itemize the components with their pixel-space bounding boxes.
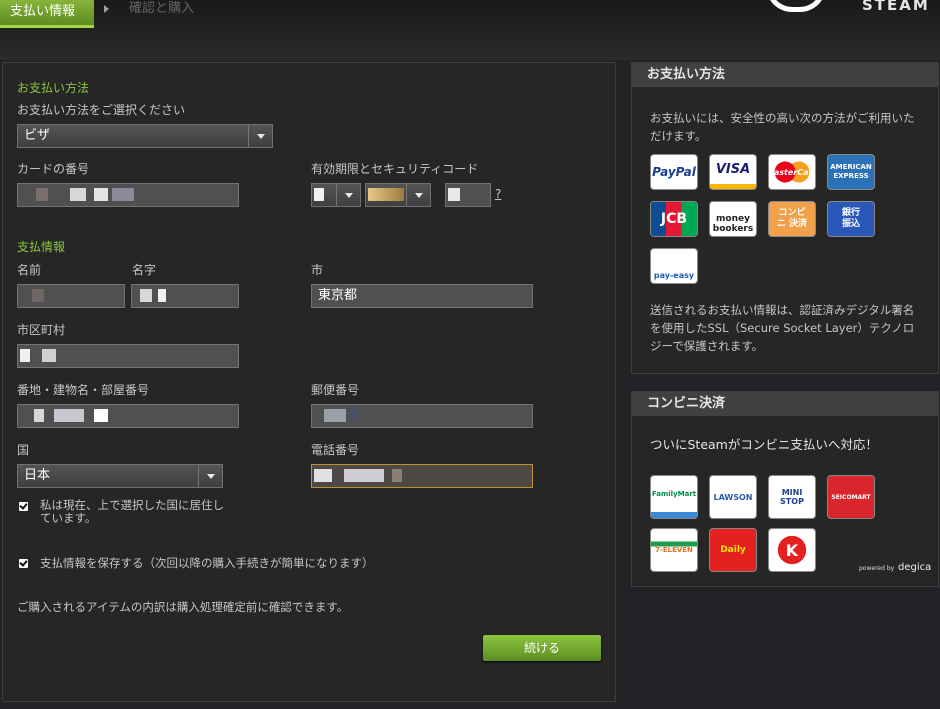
redacted-pixels [34,409,44,422]
card-number-label: カードの番号 [17,162,90,176]
residence-checkbox[interactable] [19,502,28,511]
tab-confirm-purchase: 確認と購入 [129,1,195,16]
purchase-notice: ご購入されるアイテムの内訳は購入処理確定前に確認できます。 [17,600,349,614]
card-number-input[interactable] [17,183,239,207]
postal-code-input[interactable] [311,404,533,428]
expiry-month-select[interactable] [311,183,361,207]
daily-yamazaki-logo: Daily [710,529,756,571]
visa-logo: VISA [710,155,756,189]
tab-payment-info[interactable]: 支払い情報 [0,0,94,28]
city-input[interactable]: 東京都 [311,284,533,308]
phone-label: 電話番号 [311,443,360,457]
address-label: 番地・建物名・部屋番号 [17,383,150,397]
konbini-payment-logo: コンビニ 決済 [769,202,815,236]
country-label: 国 [17,443,30,457]
powered-by-label: powered by [859,565,895,572]
payment-methods-panel: お支払い方法 お支払いには、安全性の高い次の方法がご利用いただけます。 PayP… [631,62,939,374]
phone-input[interactable] [311,464,533,488]
ward-label: 市区町村 [17,323,66,337]
payment-form-panel: お支払い方法 お支払い方法をご選択ください ビザ カードの番号 有効期限とセキュ… [2,62,616,702]
first-name-label: 名前 [17,263,42,277]
payment-method-select[interactable]: ビザ [17,124,273,148]
degica-logo: degica [898,562,932,573]
pay-easy-logo: pay-easy [651,249,697,283]
redacted-pixels [112,188,134,201]
redacted-pixels [368,188,404,201]
payment-method-label: お支払い方法をご選択ください [17,103,186,117]
last-name-input[interactable] [131,284,239,308]
redacted-pixels [158,289,166,302]
redacted-pixels [32,289,44,302]
chevron-down-icon [336,184,360,206]
address-input[interactable] [17,404,239,428]
redacted-pixels [94,409,108,422]
chevron-down-icon [198,465,222,487]
payment-methods-title: お支払い方法 [632,63,938,87]
lawson-logo: LAWSON [710,476,756,518]
circle-k-logo: K [769,529,815,571]
steam-logo-text: STEAM [862,0,930,14]
city-label: 市 [311,263,324,277]
konbini-headline: ついにSteamがコンビニ支払いへ対応！ [650,437,878,452]
steam-logo-icon [766,0,826,12]
jcb-logo: JCB [651,202,697,236]
postal-code-label: 郵便番号 [311,383,360,397]
payment-method-value: ビザ [24,128,51,143]
redacted-pixels [324,409,346,422]
last-name-label: 名字 [132,263,157,277]
country-value: 日本 [24,468,51,483]
expiry-security-label: 有効期限とセキュリティコード [311,162,479,176]
continue-button[interactable]: 続ける [483,635,601,661]
chevron-down-icon [248,125,272,147]
payment-methods-intro: お支払いには、安全性の高い次の方法がご利用いただけます。 [650,111,915,143]
redacted-pixels [314,469,332,482]
redacted-pixels [344,469,384,482]
redacted-pixels [140,289,152,302]
redacted-pixels [314,188,324,201]
first-name-input[interactable] [17,284,125,308]
seicomart-logo: SEICOMART [828,476,874,518]
konbini-title: コンビニ決済 [632,392,938,416]
redacted-pixels [54,409,84,422]
save-info-checkbox[interactable] [19,559,28,568]
konbini-panel: コンビニ決済 ついにSteamがコンビニ支払いへ対応！ FamilyMart L… [631,391,939,587]
save-info-checkbox-label: 支払情報を保存する（次回以降の購入手続きが簡単になります） [40,556,374,570]
security-notice: 送信されるお支払い情報は、認証済みデジタル署名を使用したSSL（Secure S… [650,303,915,353]
redacted-pixels [448,188,460,201]
redacted-pixels [392,469,402,482]
mastercard-logo: MasterCard [769,155,815,189]
security-code-help-link[interactable]: ? [495,187,501,201]
seven-eleven-logo: 7-ELEVEN [651,529,697,571]
chevron-down-icon [406,184,430,206]
moneybookers-logo: money bookers [710,202,756,236]
redacted-pixels [36,188,48,201]
expiry-year-select[interactable] [365,183,431,207]
paypal-logo: PayPal [651,155,697,189]
bank-transfer-logo: 銀行 振込 [828,202,874,236]
payment-method-section-title: お支払い方法 [17,81,90,95]
redacted-pixels [70,188,86,201]
ministop-logo: MINI STOP [769,476,815,518]
redacted-pixels [94,188,108,201]
familymart-logo: FamilyMart [651,476,697,518]
breadcrumb-arrow-icon [104,5,109,13]
top-bar: 支払い情報 確認と購入 STEAM [0,0,940,60]
ward-input[interactable] [17,344,239,368]
country-select[interactable]: 日本 [17,464,223,488]
residence-checkbox-label: 私は現在、上で選択した国に居住し ています。 [40,498,224,525]
security-code-input[interactable] [445,183,491,207]
redacted-pixels [20,349,30,362]
redacted-pixels [350,409,358,422]
redacted-pixels [42,349,56,362]
amex-logo: AMERICAN EXPRESS [828,155,874,189]
billing-section-title: 支払情報 [17,240,66,254]
